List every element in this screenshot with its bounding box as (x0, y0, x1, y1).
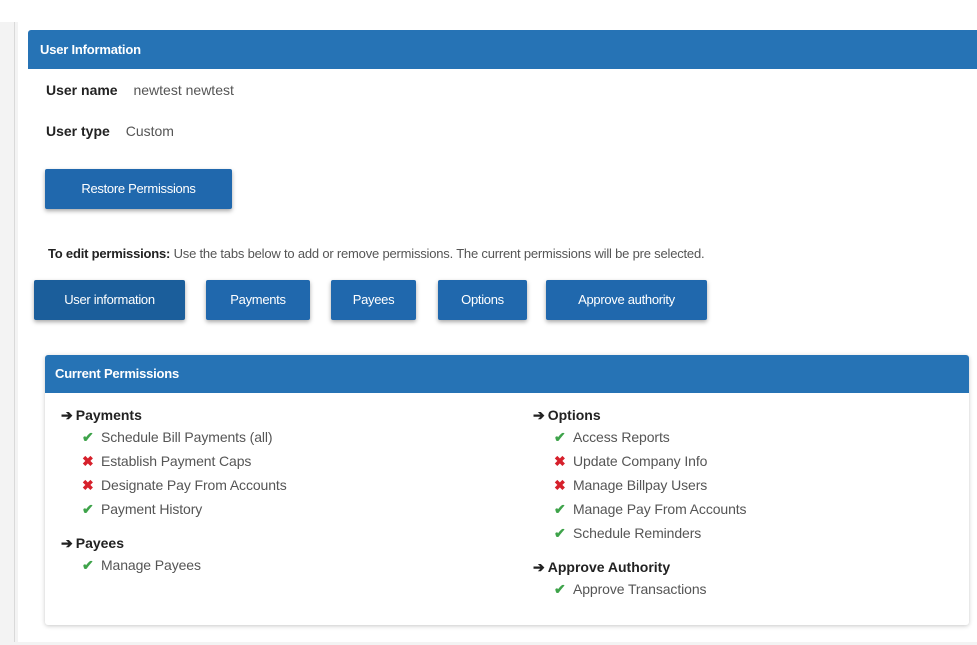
page-top-bar (0, 0, 977, 22)
current-permissions-header: Current Permissions (45, 355, 969, 393)
check-icon: ✔ (554, 581, 566, 597)
arrow-right-icon: ➔ (61, 535, 73, 551)
permission-item: ✔ Schedule Bill Payments (all) (61, 425, 287, 449)
tab-payments[interactable]: Payments (206, 280, 310, 320)
user-type-label: User type (46, 123, 110, 139)
tab-payees[interactable]: Payees (331, 280, 416, 320)
cross-icon: ✖ (554, 477, 566, 493)
group-title: ➔ Payments (61, 405, 287, 425)
permission-group-approve-authority: ➔ Approve Authority ✔ Approve Transactions (533, 557, 746, 601)
permission-item: ✖ Designate Pay From Accounts (61, 473, 287, 497)
edit-permissions-note: To edit permissions: Use the tabs below … (48, 246, 705, 261)
user-type-row: User type Custom (46, 123, 174, 139)
permission-group-options: ➔ Options ✔ Access Reports ✖ Update Company… (533, 405, 747, 545)
group-title-label: Approve Authority (547, 559, 671, 575)
permission-label: Access Reports (573, 429, 670, 445)
arrow-right-icon: ➔ (533, 407, 545, 423)
permission-group-payees: ➔ Payees ✔ Manage Payees (61, 533, 287, 577)
check-icon: ✔ (82, 557, 94, 573)
permission-item: ✖ Establish Payment Caps (61, 449, 287, 473)
permissions-column-left: ➔ Payments ✔ Schedule Bill Payments (all) … (61, 405, 287, 589)
permission-label: Payment History (101, 501, 203, 517)
cross-icon: ✖ (554, 453, 566, 469)
permission-label: Establish Payment Caps (101, 453, 252, 469)
permission-item: ✖ Manage Billpay Users (533, 473, 746, 497)
permission-label: Manage Pay From Accounts (573, 501, 747, 517)
user-information-header: User Information (28, 30, 977, 69)
user-name-label: User name (46, 82, 118, 98)
permission-item: ✔ Payment History (61, 497, 287, 521)
permission-label: Designate Pay From Accounts (101, 477, 287, 493)
permissions-column-right: ➔ Options ✔ Access Reports ✖ Update Company… (533, 405, 747, 613)
edit-note-text: Use the tabs below to add or remove perm… (170, 246, 705, 261)
permission-item: ✔ Manage Pay From Accounts (533, 497, 747, 521)
arrow-right-icon: ➔ (61, 407, 73, 423)
permission-label: Update Company Info (573, 453, 708, 469)
group-title-label: Payments (75, 407, 142, 423)
group-title-label: Payees (75, 535, 125, 551)
current-permissions-box: Current Permissions ➔ Payments ✔ Schedule … (45, 355, 969, 625)
permission-label: Schedule Bill Payments (all) (101, 429, 273, 445)
permission-label: Manage Payees (101, 557, 201, 573)
tab-user-information[interactable]: User information (34, 280, 185, 320)
group-title: ➔ Approve Authority (533, 557, 746, 577)
permission-item: ✖ Update Company Info (533, 449, 746, 473)
check-icon: ✔ (554, 429, 566, 445)
cross-icon: ✖ (82, 477, 94, 493)
permission-item: ✔ Approve Transactions (533, 577, 746, 601)
permission-item: ✔ Access Reports (533, 425, 746, 449)
user-name-value: newtest newtest (133, 82, 234, 98)
restore-permissions-button[interactable]: Restore Permissions (45, 169, 232, 209)
group-title: ➔ Options (533, 405, 746, 425)
tab-approve-authority[interactable]: Approve authority (546, 280, 707, 320)
permission-label: Schedule Reminders (573, 525, 702, 541)
group-title: ➔ Payees (61, 533, 287, 553)
user-name-row: User name newtest newtest (46, 82, 234, 98)
user-panel: User Information User name newtest newte… (18, 22, 977, 642)
permission-label: Approve Transactions (573, 581, 707, 597)
tab-options[interactable]: Options (438, 280, 527, 320)
edit-note-bold: To edit permissions: (48, 246, 171, 261)
permission-label: Manage Billpay Users (573, 477, 708, 493)
check-icon: ✔ (82, 501, 94, 517)
permission-item: ✔ Manage Payees (61, 553, 287, 577)
user-type-value: Custom (125, 123, 174, 139)
arrow-right-icon: ➔ (533, 559, 545, 575)
group-title-label: Options (547, 407, 601, 423)
check-icon: ✔ (82, 429, 94, 445)
permission-group-payments: ➔ Payments ✔ Schedule Bill Payments (all) … (61, 405, 287, 521)
cross-icon: ✖ (82, 453, 94, 469)
permission-item: ✔ Schedule Reminders (533, 521, 746, 545)
check-icon: ✔ (554, 501, 566, 517)
left-divider (14, 22, 15, 642)
check-icon: ✔ (554, 525, 566, 541)
